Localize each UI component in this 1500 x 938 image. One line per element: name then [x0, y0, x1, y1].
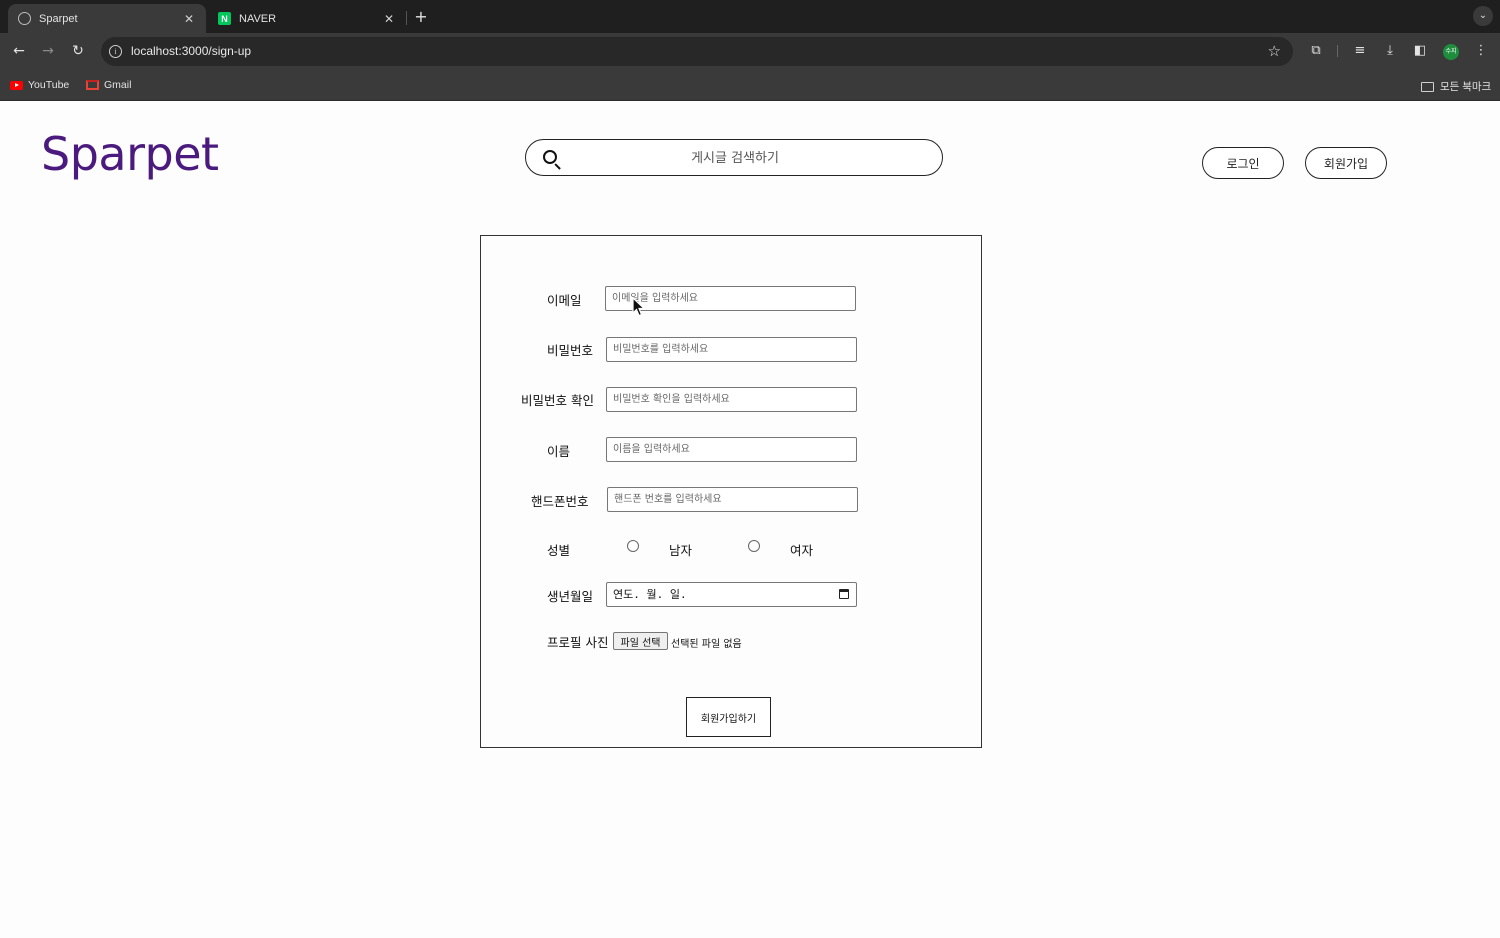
search-bar [525, 139, 943, 176]
bookmark-star-icon[interactable]: ☆ [1268, 42, 1281, 60]
signup-button[interactable]: 회원가입 [1305, 147, 1387, 179]
bookmark-gmail[interactable]: Gmail [86, 79, 131, 91]
gender-male-radio[interactable] [627, 540, 639, 552]
browser-tab-bar: Sparpet ✕ N NAVER ✕ + ⌄ [0, 0, 1500, 33]
birth-date-input[interactable]: 연도. 월. 일. [606, 582, 857, 607]
all-bookmarks-label: 모든 북마크 [1440, 81, 1492, 93]
site-info-icon[interactable]: i [109, 45, 122, 58]
name-label: 이름 [547, 444, 571, 459]
gender-male-label: 남자 [669, 543, 693, 558]
close-tab-icon[interactable]: ✕ [382, 12, 396, 26]
mouse-cursor-icon [632, 297, 646, 317]
bookmarks-bar: YouTube Gmail 모든 북마크 [0, 69, 1500, 101]
gender-female-label: 여자 [790, 543, 814, 558]
password-confirm-label: 비밀번호 확인 [521, 393, 594, 408]
calendar-icon[interactable] [839, 589, 849, 599]
folder-icon [1421, 81, 1434, 92]
globe-icon [18, 12, 31, 25]
reload-icon[interactable]: ↻ [69, 42, 87, 60]
tab-naver[interactable]: N NAVER ✕ [208, 4, 406, 33]
password-label: 비밀번호 [547, 343, 594, 358]
bookmark-youtube[interactable]: YouTube [10, 79, 69, 91]
name-field[interactable] [606, 437, 857, 462]
tab-sparpet[interactable]: Sparpet ✕ [8, 4, 206, 33]
profile-avatar[interactable]: 수지 [1443, 44, 1459, 60]
search-icon[interactable] [543, 150, 557, 164]
all-bookmarks[interactable]: 모든 북마크 [1421, 79, 1491, 94]
gmail-icon [86, 80, 99, 90]
address-bar[interactable]: i localhost:3000/sign-up ☆ [101, 37, 1293, 66]
submit-signup-button[interactable]: 회원가입하기 [686, 697, 771, 737]
gender-female-radio[interactable] [748, 540, 760, 552]
phone-field[interactable] [607, 487, 858, 512]
reading-list-icon[interactable]: ≡ [1352, 43, 1368, 59]
forward-arrow-icon[interactable]: → [39, 42, 57, 60]
tab-search-chevron-icon[interactable]: ⌄ [1473, 6, 1493, 26]
phone-label: 핸드폰번호 [531, 494, 589, 509]
youtube-icon [10, 80, 23, 90]
bookmark-label: Gmail [104, 79, 132, 91]
close-tab-icon[interactable]: ✕ [182, 12, 196, 26]
login-button[interactable]: 로그인 [1202, 147, 1284, 179]
birth-label: 생년월일 [547, 589, 594, 604]
search-input[interactable] [566, 146, 904, 170]
extensions-puzzle-icon[interactable]: ⧉ [1308, 43, 1324, 59]
site-logo[interactable]: Sparpet [41, 127, 219, 181]
tab-title: NAVER [239, 12, 277, 25]
password-confirm-field[interactable] [606, 387, 857, 412]
browser-menu-icon[interactable]: ⋮ [1473, 43, 1489, 59]
profile-photo-label: 프로필 사진 [547, 635, 609, 650]
email-label: 이메일 [547, 293, 582, 308]
password-field[interactable] [606, 337, 857, 362]
back-arrow-icon[interactable]: ← [10, 42, 28, 60]
file-status-text: 선택된 파일 없음 [671, 639, 742, 650]
naver-icon: N [218, 12, 231, 25]
choose-file-button[interactable]: 파일 선택 [613, 632, 668, 650]
url-text[interactable]: localhost:3000/sign-up [131, 44, 251, 58]
bookmark-label: YouTube [28, 79, 70, 91]
gender-label: 성별 [547, 543, 571, 558]
side-panel-icon[interactable]: ◧ [1412, 43, 1428, 59]
tab-divider [406, 11, 407, 25]
new-tab-button[interactable]: + [412, 6, 430, 28]
download-icon[interactable]: ⤓ [1382, 43, 1398, 59]
toolbar-divider [1337, 45, 1338, 57]
browser-toolbar: ← → ↻ i localhost:3000/sign-up ☆ ⧉ ≡ ⤓ ◧… [0, 33, 1500, 69]
birth-date-value: 연도. 월. 일. [613, 588, 687, 601]
tab-title: Sparpet [39, 12, 78, 25]
